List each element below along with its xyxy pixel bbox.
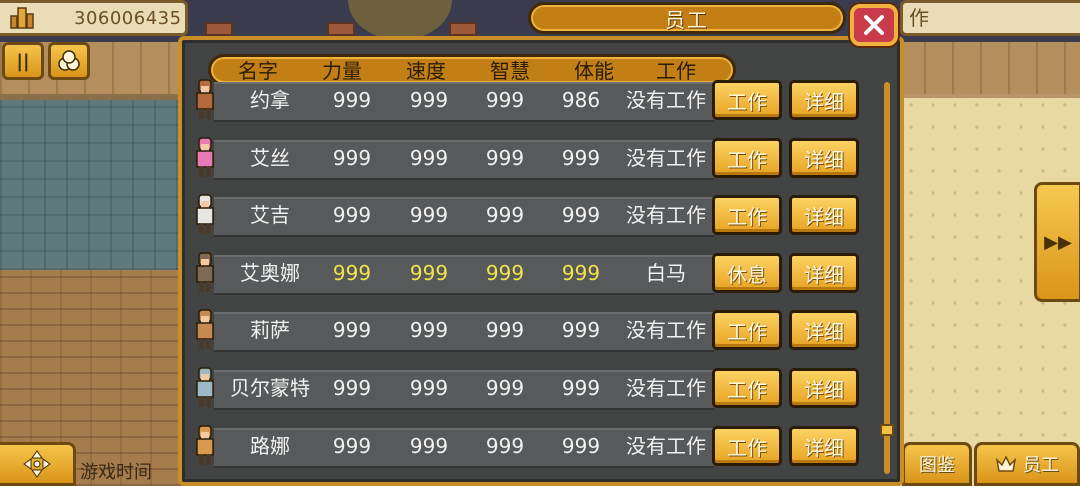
staff-job: 没有工作	[626, 376, 706, 400]
staff-label: 员工	[1023, 455, 1059, 476]
details-button[interactable]: 详细	[789, 138, 859, 178]
staff-avatar	[196, 367, 214, 407]
staff-avatar	[196, 309, 214, 349]
staff-name: 艾丝	[250, 146, 290, 170]
staff-avatar	[196, 252, 214, 292]
crown-icon	[995, 455, 1017, 472]
staff-speed: 999	[409, 88, 449, 112]
staff-stamina: 986	[561, 88, 601, 112]
staff-job: 没有工作	[626, 146, 706, 170]
staff-name: 约拿	[250, 88, 290, 112]
close-icon	[864, 15, 884, 35]
staff-stamina: 999	[561, 434, 601, 458]
details-button[interactable]: 详细	[789, 80, 859, 120]
scrollbar-thumb[interactable]	[880, 424, 894, 436]
details-button[interactable]: 详细	[789, 368, 859, 408]
staff-wisdom: 999	[485, 88, 525, 112]
double-arrow-right-icon: ▶▶	[1044, 231, 1072, 253]
items-button[interactable]	[48, 42, 90, 80]
staff-stamina: 999	[561, 146, 601, 170]
staff-speed: 999	[409, 318, 449, 342]
staff-row: 莉萨 999 999 999 999 没有工作 工作 详细	[192, 308, 862, 356]
money-value: 306006435	[74, 7, 182, 29]
staff-avatar	[196, 137, 214, 177]
right-status-label: 作	[900, 0, 1080, 36]
building-icon	[0, 3, 44, 33]
money-display: 306006435	[0, 0, 188, 36]
staff-speed: 999	[409, 261, 449, 285]
staff-power: 999	[332, 261, 372, 285]
staff-job: 没有工作	[626, 434, 706, 458]
details-button[interactable]: 详细	[789, 253, 859, 293]
staff-speed: 999	[409, 376, 449, 400]
game-time-label: 游戏时间	[80, 462, 152, 483]
move-button[interactable]	[0, 442, 76, 486]
staff-power: 999	[332, 376, 372, 400]
dpad-icon	[22, 450, 51, 478]
staff-wisdom: 999	[485, 318, 525, 342]
details-button[interactable]: 详细	[789, 195, 859, 235]
staff-row: 艾奥娜 999 999 999 999 白马 休息 详细	[192, 251, 862, 299]
staff-power: 999	[332, 318, 372, 342]
staff-speed: 999	[409, 146, 449, 170]
staff-power: 999	[332, 88, 372, 112]
staff-job: 没有工作	[626, 88, 706, 112]
staff-avatar	[196, 79, 214, 119]
staff-stamina: 999	[561, 318, 601, 342]
staff-speed: 999	[409, 434, 449, 458]
staff-job: 没有工作	[626, 203, 706, 227]
staff-stamina: 999	[561, 203, 601, 227]
staff-power: 999	[332, 434, 372, 458]
assign-work-button[interactable]: 工作	[712, 310, 782, 350]
staff-stamina: 999	[561, 261, 601, 285]
pause-button[interactable]: ||	[2, 42, 44, 80]
staff-name: 贝尔蒙特	[230, 376, 310, 400]
assign-work-button[interactable]: 工作	[712, 368, 782, 408]
staff-stamina: 999	[561, 376, 601, 400]
staff-row: 路娜 999 999 999 999 没有工作 工作 详细	[192, 424, 862, 472]
close-button[interactable]	[850, 4, 898, 46]
dialog-title: 员工	[528, 2, 846, 34]
gems-icon	[58, 50, 80, 71]
encyclopedia-label: 图鉴	[919, 455, 955, 476]
pause-icon: ||	[16, 50, 30, 72]
staff-job: 白马	[646, 261, 686, 285]
scrollbar-track[interactable]	[884, 82, 890, 474]
staff-row: 贝尔蒙特 999 999 999 999 没有工作 工作 详细	[192, 366, 862, 414]
staff-job: 没有工作	[626, 318, 706, 342]
staff-power: 999	[332, 203, 372, 227]
staff-row: 约拿 999 999 999 986 没有工作 工作 详细	[192, 78, 862, 126]
staff-name: 艾奥娜	[240, 261, 300, 285]
staff-avatar	[196, 194, 214, 234]
staff-speed: 999	[409, 203, 449, 227]
assign-work-button[interactable]: 工作	[712, 426, 782, 466]
staff-avatar	[196, 425, 214, 465]
stone-floor	[0, 94, 190, 270]
staff-name: 莉萨	[250, 318, 290, 342]
staff-row: 艾丝 999 999 999 999 没有工作 工作 详细	[192, 136, 862, 184]
expand-panel-button[interactable]: ▶▶	[1034, 182, 1080, 302]
sand-floor-edge	[900, 94, 1080, 98]
encyclopedia-button[interactable]: 图鉴	[902, 442, 972, 486]
assign-work-button[interactable]: 工作	[712, 138, 782, 178]
staff-wisdom: 999	[485, 146, 525, 170]
stone-floor-edge	[0, 94, 190, 100]
staff-wisdom: 999	[485, 203, 525, 227]
assign-work-button[interactable]: 工作	[712, 195, 782, 235]
details-button[interactable]: 详细	[789, 426, 859, 466]
assign-work-button[interactable]: 工作	[712, 80, 782, 120]
details-button[interactable]: 详细	[789, 310, 859, 350]
staff-wisdom: 999	[485, 261, 525, 285]
staff-name: 艾吉	[250, 203, 290, 227]
staff-row: 艾吉 999 999 999 999 没有工作 工作 详细	[192, 193, 862, 241]
staff-button[interactable]: 员工	[974, 442, 1080, 486]
staff-wisdom: 999	[485, 434, 525, 458]
staff-wisdom: 999	[485, 376, 525, 400]
staff-power: 999	[332, 146, 372, 170]
staff-name: 路娜	[250, 434, 290, 458]
rest-button[interactable]: 休息	[712, 253, 782, 293]
